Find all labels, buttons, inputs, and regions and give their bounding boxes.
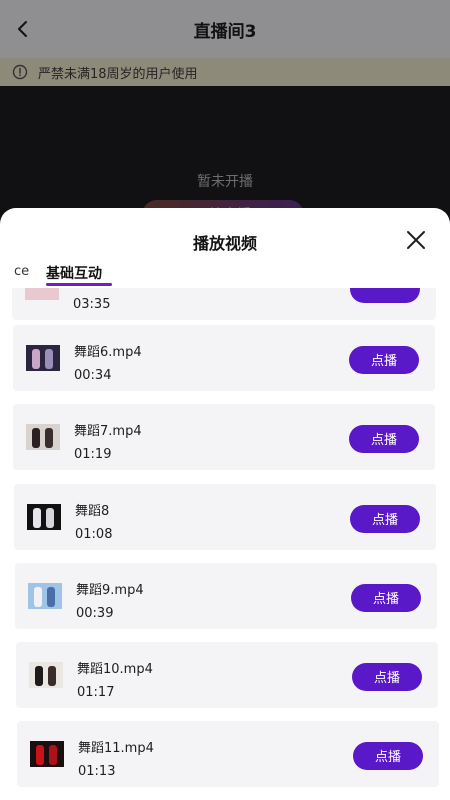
play-button[interactable]: 点播 (349, 425, 419, 453)
video-thumbnail (29, 662, 63, 688)
play-button[interactable]: 点播 (352, 663, 422, 691)
video-duration: 00:34 (74, 368, 112, 383)
video-name: 舞蹈9.mp4 (76, 583, 144, 598)
video-duration: 01:19 (74, 447, 112, 462)
video-duration: 01:13 (78, 764, 116, 779)
video-name: 舞蹈6.mp4 (74, 345, 142, 360)
video-duration: 03:35 (73, 297, 111, 312)
page-title: 直播间3 (193, 21, 257, 42)
tab-ce[interactable]: ce (14, 264, 29, 279)
chevron-left-icon (18, 21, 27, 37)
video-thumbnail (26, 424, 60, 450)
video-thumbnail (30, 741, 64, 767)
category-tabs: ce 基础互动 (0, 260, 450, 286)
list-item: 舞蹈11.mp4 01:13 点播 (17, 721, 439, 787)
not-live-status: 暂未开播 (197, 174, 253, 190)
list-item: 舞蹈10.mp4 01:17 点播 (16, 642, 438, 708)
back-button[interactable] (8, 14, 38, 44)
video-name: 舞蹈8 (75, 504, 110, 519)
video-duration: 01:17 (77, 685, 115, 700)
video-name: 舞蹈7.mp4 (74, 424, 142, 439)
active-tab-indicator (46, 283, 112, 286)
video-name: 舞蹈10.mp4 (77, 662, 153, 677)
close-icon (407, 231, 425, 249)
video-thumbnail (27, 504, 61, 530)
warning-text: 严禁未满18周岁的用户使用 (38, 66, 198, 82)
exclamation-circle-icon (12, 64, 28, 80)
list-item: 舞蹈8 01:08 点播 (14, 484, 436, 550)
play-button[interactable]: 点播 (349, 346, 419, 374)
list-item: 03:35 (12, 288, 436, 320)
sheet-title: 播放视频 (192, 234, 257, 253)
video-duration: 01:08 (75, 527, 113, 542)
play-button[interactable]: 点播 (353, 742, 423, 770)
top-bar: 直播间3 (0, 0, 450, 58)
list-item: 舞蹈6.mp4 00:34 点播 (13, 325, 435, 391)
play-button[interactable] (350, 288, 420, 303)
play-button[interactable]: 点播 (351, 584, 421, 612)
close-button[interactable] (404, 228, 428, 252)
play-button[interactable]: 点播 (350, 505, 420, 533)
list-item: 舞蹈9.mp4 00:39 点播 (15, 563, 437, 629)
video-thumbnail (25, 288, 59, 300)
video-list[interactable]: 03:35 舞蹈6.mp4 00:34 点播 舞蹈7.mp4 01:19 点播 … (0, 288, 450, 800)
video-duration: 00:39 (76, 606, 114, 621)
tab-basic-interaction[interactable]: 基础互动 (46, 263, 102, 283)
age-warning-banner: 严禁未满18周岁的用户使用 (0, 58, 450, 86)
video-thumbnail (26, 345, 60, 371)
video-name: 舞蹈11.mp4 (78, 741, 154, 756)
list-item: 舞蹈7.mp4 01:19 点播 (13, 404, 435, 470)
video-thumbnail (28, 583, 62, 609)
play-video-sheet: 播放视频 ce 基础互动 03:35 舞蹈6.mp4 00:34 点播 舞蹈7.… (0, 208, 450, 800)
